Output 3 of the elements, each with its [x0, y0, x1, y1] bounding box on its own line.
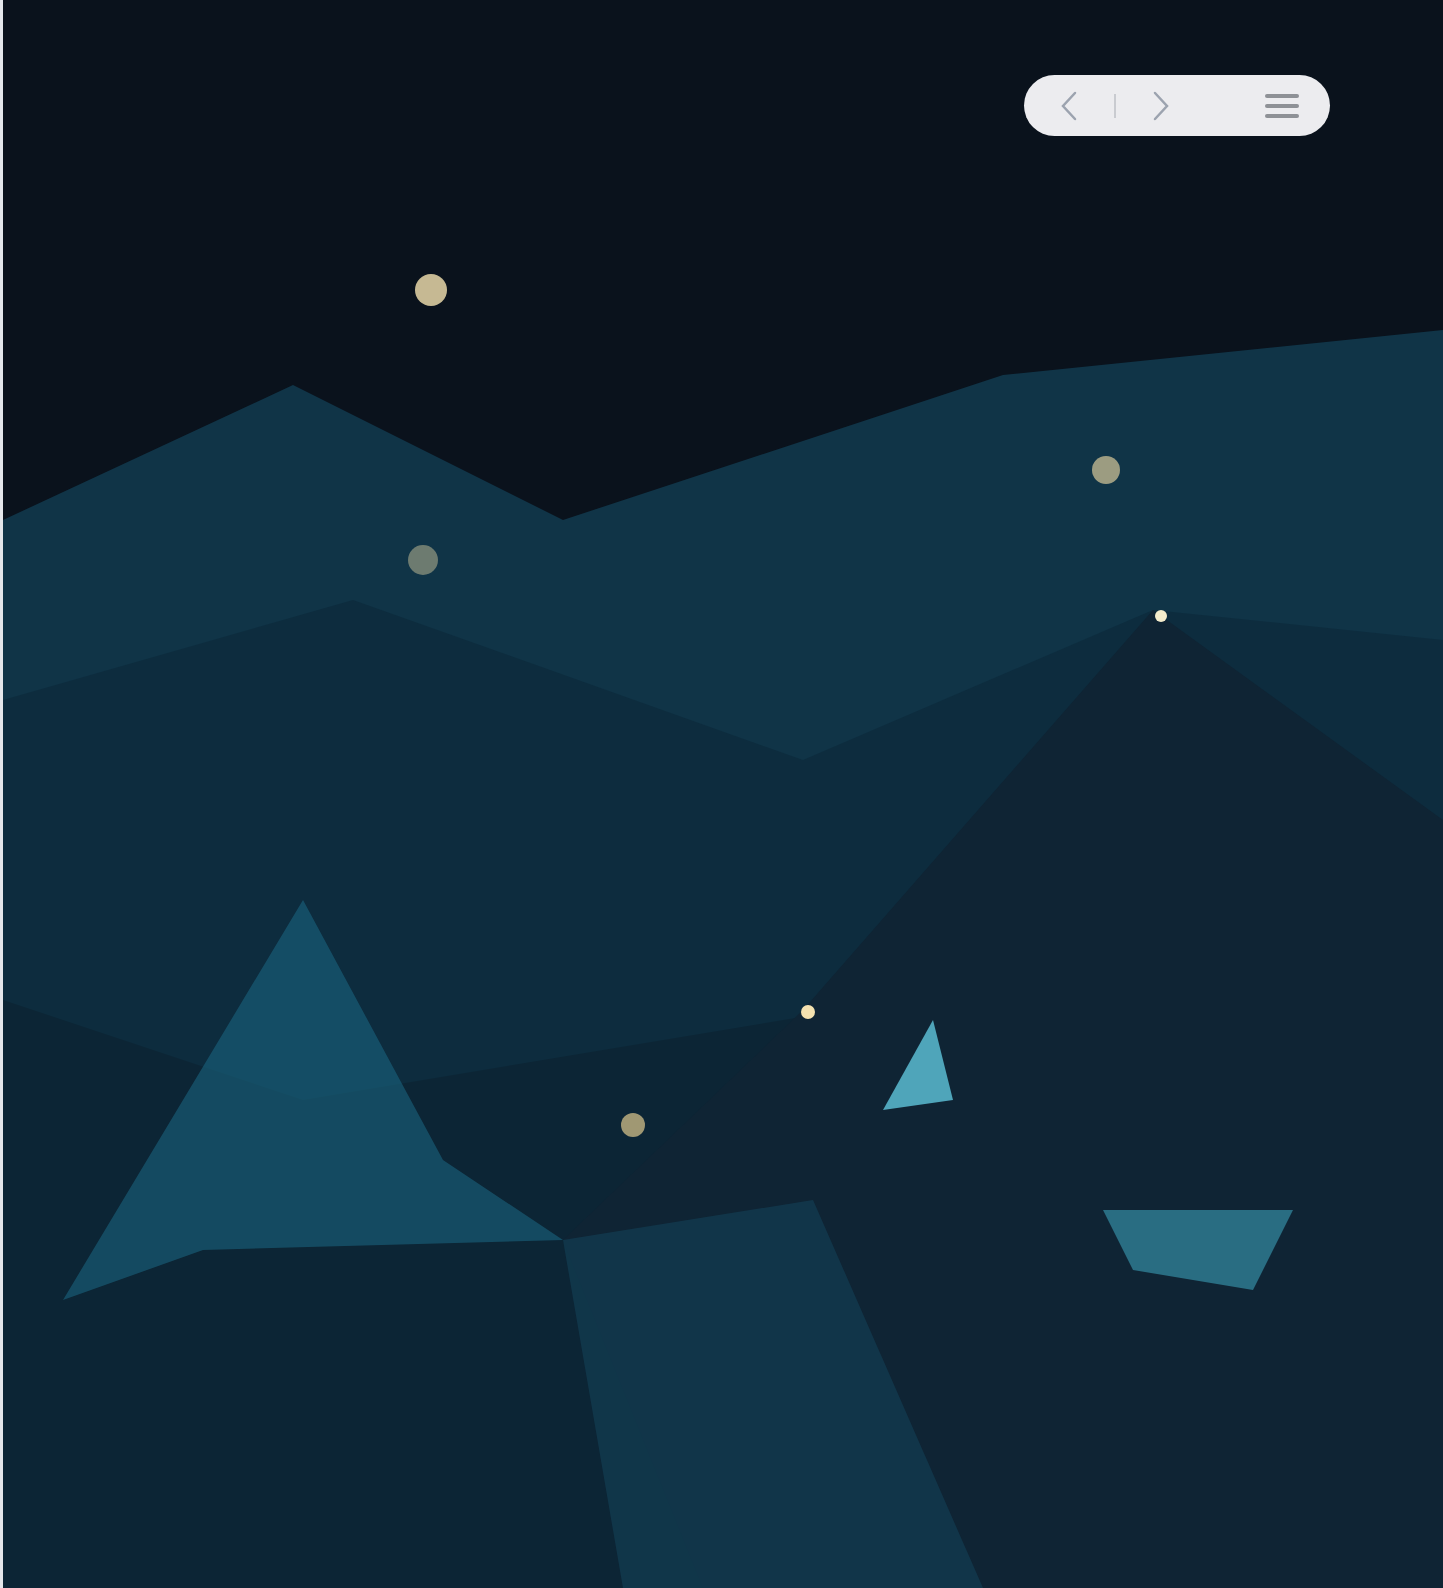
forward-icon	[1152, 90, 1170, 121]
menu-icon	[1264, 91, 1300, 120]
back-icon	[1060, 90, 1078, 121]
